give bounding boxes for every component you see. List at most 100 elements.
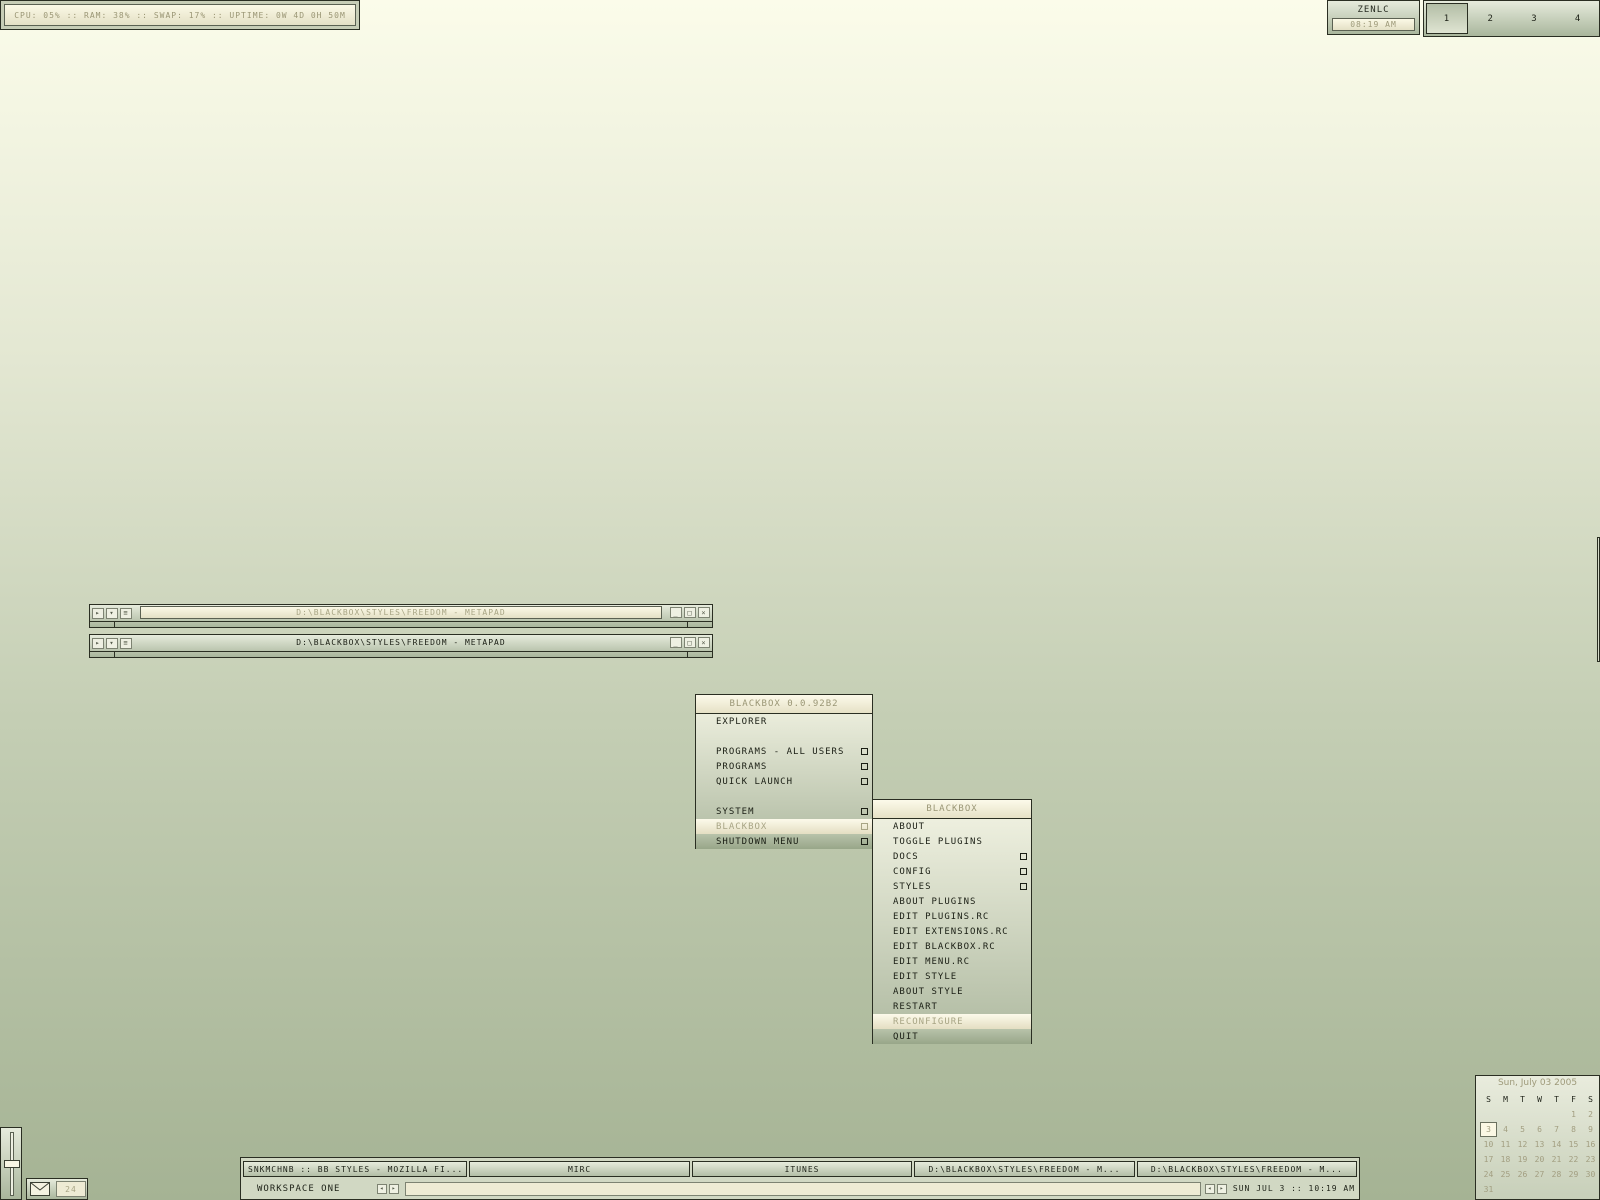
calendar-day[interactable]: 26 [1514,1167,1531,1182]
pin-icon[interactable]: ≡ [120,637,132,649]
menu-item-shutdown-menu[interactable]: SHUTDOWN MENU [696,834,872,849]
metapad-window-active[interactable]: ▸ ▾ ≡ D:\BLACKBOX\STYLES\FREEDOM - METAP… [89,634,713,658]
menu-item-label: PROGRAMS [716,761,768,772]
next-workspace-icon[interactable]: ▸ [389,1183,399,1194]
menu-item-about[interactable]: ABOUT [873,819,1031,834]
menu-item-quick-launch[interactable]: QUICK LAUNCH [696,774,872,789]
task-button[interactable]: SNKMCHNB :: BB STYLES - MOZILLA FI... [243,1161,468,1177]
calendar-day[interactable]: 23 [1582,1152,1599,1167]
metapad-window-inactive[interactable]: ▸ ▾ ≡ D:\BLACKBOX\STYLES\FREEDOM - METAP… [89,604,713,628]
menu-item-label: EDIT STYLE [893,971,958,982]
menu-arrow-icon[interactable]: ▸ [92,637,104,649]
resize-grip-right[interactable] [687,652,712,657]
menu-item-edit-plugins-rc[interactable]: EDIT PLUGINS.RC [873,909,1031,924]
calendar-empty-cell [1531,1107,1548,1122]
calendar-day[interactable]: 28 [1548,1167,1565,1182]
calendar-day[interactable]: 21 [1548,1152,1565,1167]
window-titlebar[interactable]: ▸ ▾ ≡ D:\BLACKBOX\STYLES\FREEDOM - METAP… [90,605,712,621]
next-window-icon[interactable]: ▸ [1217,1183,1227,1194]
calendar-day[interactable]: 9 [1582,1122,1599,1137]
calendar-day[interactable]: 17 [1480,1152,1497,1167]
calendar-day[interactable]: 30 [1582,1167,1599,1182]
menu-item-about-style[interactable]: ABOUT STYLE [873,984,1031,999]
close-icon[interactable]: × [698,637,710,648]
close-icon[interactable]: × [698,607,710,618]
calendar-day[interactable]: 29 [1565,1167,1582,1182]
pager-workspace-2[interactable]: 2 [1470,3,1512,34]
calendar-day[interactable]: 8 [1565,1122,1582,1137]
calendar-day[interactable]: 6 [1531,1122,1548,1137]
task-button[interactable]: D:\BLACKBOX\STYLES\FREEDOM - M... [914,1161,1135,1177]
calendar-day[interactable]: 12 [1514,1137,1531,1152]
calendar-day[interactable]: 16 [1582,1137,1599,1152]
window-title: D:\BLACKBOX\STYLES\FREEDOM - METAPAD [140,606,662,619]
calendar-day[interactable]: 7 [1548,1122,1565,1137]
maximize-icon[interactable]: □ [684,637,696,648]
calendar-day[interactable]: 1 [1565,1107,1582,1122]
calendar-day[interactable]: 19 [1514,1152,1531,1167]
menu-item-about-plugins[interactable]: ABOUT PLUGINS [873,894,1031,909]
pager-workspace-4[interactable]: 4 [1557,3,1599,34]
calendar-day[interactable]: 11 [1497,1137,1514,1152]
calendar-day[interactable]: 18 [1497,1152,1514,1167]
resize-grip-left[interactable] [90,652,115,657]
pager-workspace-3[interactable]: 3 [1514,3,1556,34]
menu-item-programs[interactable]: PROGRAMS [696,759,872,774]
calendar-day[interactable]: 14 [1548,1137,1565,1152]
volume-slider[interactable] [0,1127,22,1200]
menu-item-restart[interactable]: RESTART [873,999,1031,1014]
menu-item-docs[interactable]: DOCS [873,849,1031,864]
menu-item-styles[interactable]: STYLES [873,879,1031,894]
menu-item-reconfigure[interactable]: RECONFIGURE [873,1014,1031,1029]
calendar-day[interactable]: 27 [1531,1167,1548,1182]
calendar-day[interactable]: 20 [1531,1152,1548,1167]
prev-window-icon[interactable]: ◂ [1205,1183,1215,1194]
minimize-icon[interactable]: _ [670,607,682,618]
minimize-icon[interactable]: _ [670,637,682,648]
calendar-day[interactable]: 22 [1565,1152,1582,1167]
calendar-day[interactable]: 5 [1514,1122,1531,1137]
pin-icon[interactable]: ≡ [120,607,132,619]
resize-grip-right[interactable] [687,622,712,627]
menu-item-edit-extensions-rc[interactable]: EDIT EXTENSIONS.RC [873,924,1031,939]
menu-item-programs-all-users[interactable]: PROGRAMS - ALL USERS [696,744,872,759]
window-title: D:\BLACKBOX\STYLES\FREEDOM - METAPAD [296,638,506,647]
pager-workspace-label: 2 [1487,13,1494,24]
mail-checker[interactable]: 24 [26,1178,88,1200]
calendar-day[interactable]: 25 [1497,1167,1514,1182]
calendar-day[interactable]: 4 [1497,1122,1514,1137]
menu-item-config[interactable]: CONFIG [873,864,1031,879]
task-button[interactable]: MIRC [469,1161,690,1177]
menu-item-edit-blackbox-rc[interactable]: EDIT BLACKBOX.RC [873,939,1031,954]
window-titlebar[interactable]: ▸ ▾ ≡ D:\BLACKBOX\STYLES\FREEDOM - METAP… [90,635,712,651]
menu-item-blackbox[interactable]: BLACKBOX [696,819,872,834]
menu-item-edit-menu-rc[interactable]: EDIT MENU.RC [873,954,1031,969]
chevron-down-icon[interactable]: ▾ [106,607,118,619]
menu-item-quit[interactable]: QUIT [873,1029,1031,1044]
calendar-empty-cell [1548,1107,1565,1122]
menu-arrow-icon[interactable]: ▸ [92,607,104,619]
menu-item-label: QUIT [893,1031,919,1042]
chevron-down-icon[interactable]: ▾ [106,637,118,649]
calendar-day[interactable]: 15 [1565,1137,1582,1152]
calendar-day[interactable]: 3 [1480,1122,1497,1137]
maximize-icon[interactable]: □ [684,607,696,618]
clock-widget: ZENLC 08:19 AM [1327,0,1420,35]
pager-workspace-1[interactable]: 1 [1426,3,1468,34]
calendar-day[interactable]: 10 [1480,1137,1497,1152]
menu-item-explorer[interactable]: EXPLORER [696,714,872,729]
calendar-day[interactable]: 24 [1480,1167,1497,1182]
menu-item-edit-style[interactable]: EDIT STYLE [873,969,1031,984]
task-button[interactable]: ITUNES [691,1161,913,1177]
prev-workspace-icon[interactable]: ◂ [377,1183,387,1194]
resize-grip-left[interactable] [90,622,115,627]
task-button[interactable]: D:\BLACKBOX\STYLES\FREEDOM - M... [1136,1161,1358,1177]
menu-item-system[interactable]: SYSTEM [696,804,872,819]
menu-item-label: SHUTDOWN MENU [716,836,800,847]
calendar-day[interactable]: 31 [1480,1182,1497,1197]
calendar-day[interactable]: 13 [1531,1137,1548,1152]
calendar-day[interactable]: 2 [1582,1107,1599,1122]
calendar-weekday: T [1520,1095,1525,1104]
menu-item-toggle-plugins[interactable]: TOGGLE PLUGINS [873,834,1031,849]
slider-knob[interactable] [4,1160,20,1168]
